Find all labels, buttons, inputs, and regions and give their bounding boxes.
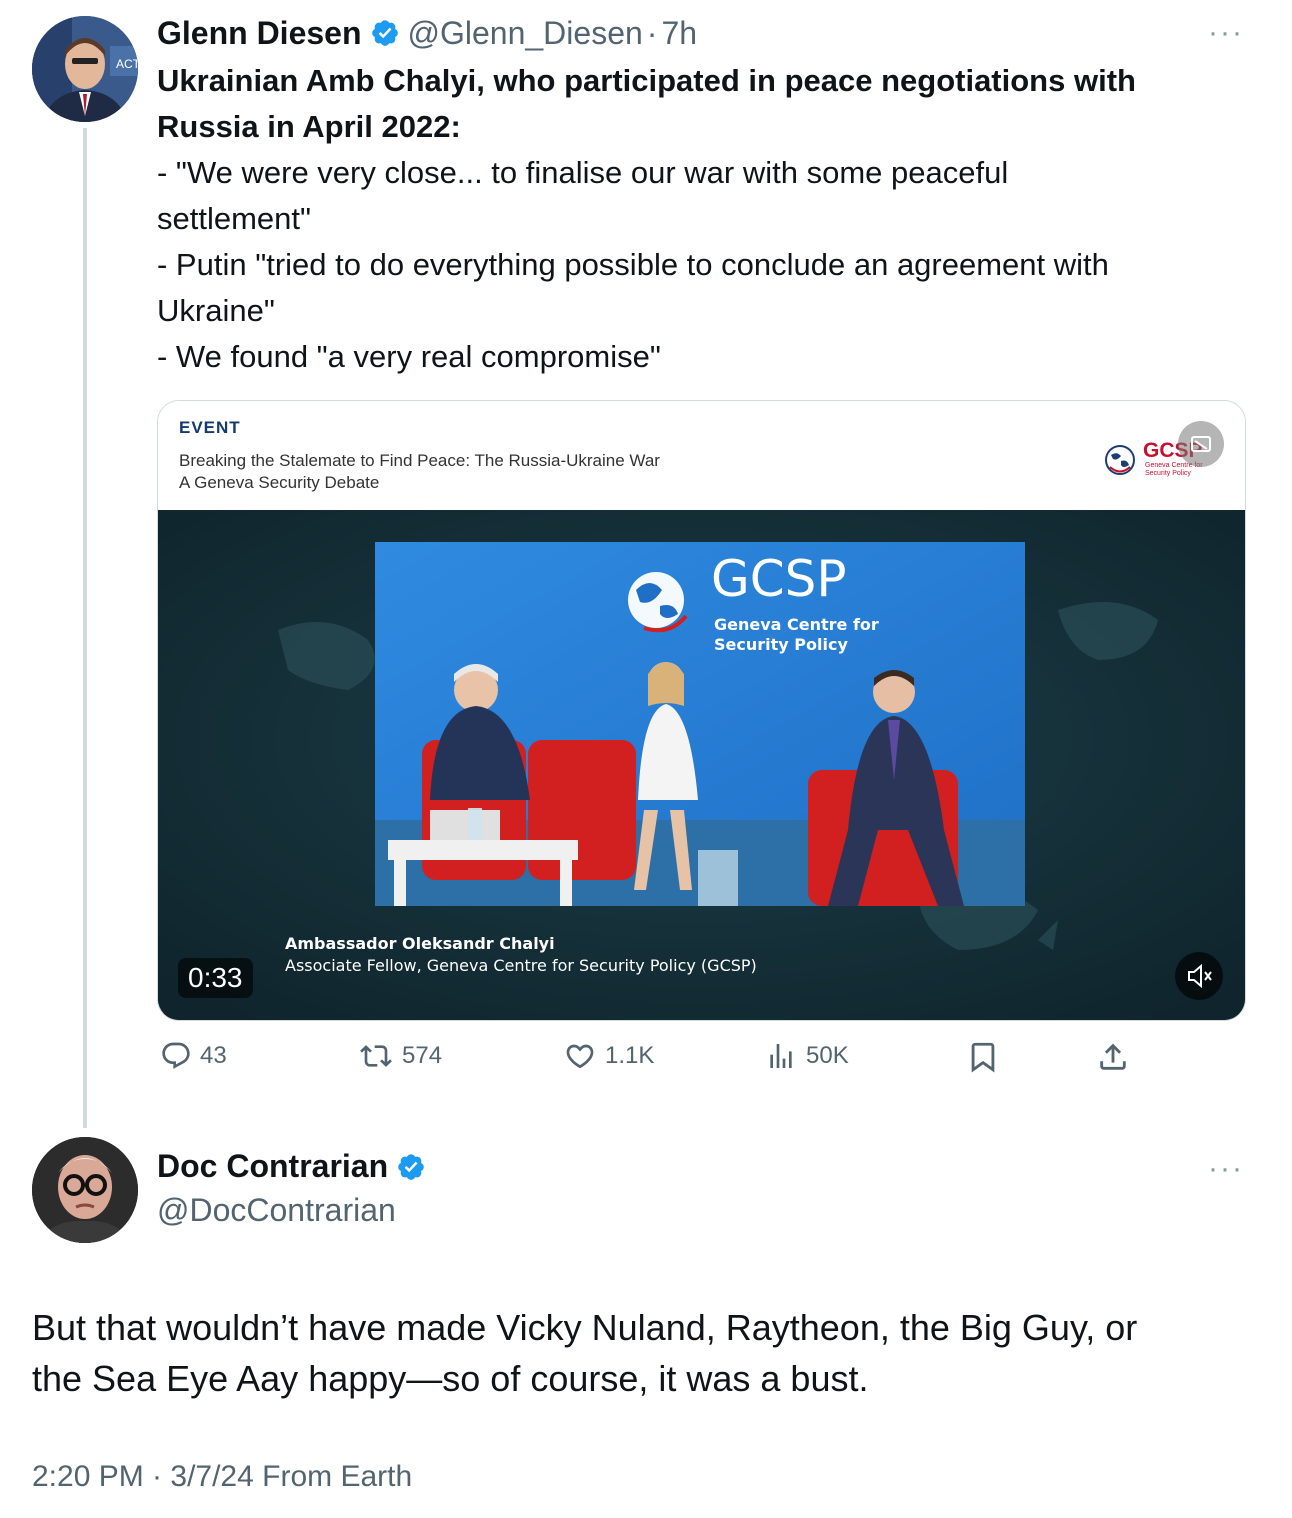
video-duration: 0:33 [178,958,253,998]
tweet-headline-line1: Ukrainian Amb Chalyi, who participated i… [157,63,1136,98]
author-avatar[interactable]: ACTU [32,16,138,122]
tweet-body-line: - We found "a very real compromise" [157,339,661,374]
like-button[interactable]: 1.1K [563,1040,654,1072]
verified-badge-icon [371,20,398,46]
repost-button[interactable]: 574 [358,1040,442,1072]
share-icon [1100,1043,1126,1070]
repost-icon [360,1045,392,1067]
author-avatar[interactable] [32,1137,138,1243]
avatar-photo [32,1137,138,1243]
bookmark-icon [971,1042,995,1073]
more-options-icon[interactable]: ··· [1208,1152,1244,1186]
svg-text:ACTU: ACTU [116,57,138,71]
reply-icon [162,1042,190,1069]
reply-count: 43 [200,1042,227,1069]
author-handle[interactable]: @Glenn_Diesen [408,15,643,52]
close-overlay-button[interactable] [1178,421,1224,467]
event-header: EVENT Breaking the Stalemate to Find Pea… [158,401,1245,510]
analytics-icon [770,1044,792,1068]
banner-subtitle-line1: Geneva Centre for [714,615,879,634]
author-handle[interactable]: @DocContrarian [157,1192,396,1229]
banner-subtitle-line2: Security Policy [714,635,848,654]
view-count: 50K [806,1042,849,1069]
like-count: 1.1K [605,1042,655,1069]
banner-title: GCSP [711,550,847,608]
event-subtitle: A Geneva Security Debate [179,473,380,492]
author-name[interactable]: Doc Contrarian [157,1148,388,1185]
verified-badge-icon [398,1153,424,1180]
mute-button[interactable] [1175,952,1223,1000]
tweet-header: Glenn Diesen @Glenn_Diesen · 7h [157,12,697,54]
video-player[interactable]: GCSP Geneva Centre for Security Policy A… [158,510,1245,1020]
avatar-photo: ACTU [32,16,138,122]
share-button[interactable] [1096,1040,1138,1074]
tweet-body-line: - Putin "tried to do everything possible… [157,247,1109,282]
speaker-muted-icon [1188,963,1212,989]
reply-button[interactable]: 43 [160,1040,227,1072]
event-label: EVENT [179,418,241,437]
tweet-meta[interactable]: 2:20 PM · 3/7/24 From Earth [32,1460,412,1494]
reply-text-line: the Sea Eye Aay happy—so of course, it w… [32,1358,869,1399]
speaker-role: Associate Fellow, Geneva Centre for Secu… [285,956,757,975]
more-options-icon[interactable]: ··· [1208,16,1244,50]
reply-text-line: But that wouldn’t have made Vicky Nuland… [32,1307,1138,1348]
bookmark-button[interactable] [966,1040,1008,1074]
video-card[interactable]: EVENT Breaking the Stalemate to Find Pea… [157,400,1246,1021]
repost-count: 574 [402,1042,443,1069]
tweet-text: Ukrainian Amb Chalyi, who participated i… [157,58,1257,380]
captions-icon [1191,436,1211,452]
views-button[interactable]: 50K [764,1040,849,1072]
tweet-headline-line2: Russia in April 2022: [157,109,461,144]
reply-header: Doc Contrarian [157,1148,426,1185]
reply-text: But that wouldn’t have made Vicky Nuland… [32,1302,1272,1404]
author-name[interactable]: Glenn Diesen [157,15,362,52]
thread-line [83,128,87,1128]
tweet-body-line: Ukraine" [157,293,275,328]
speaker-name: Ambassador Oleksandr Chalyi [285,934,555,953]
timestamp[interactable]: 7h [661,15,697,52]
heart-icon [566,1044,594,1069]
globe-logo-icon [1105,445,1135,475]
event-title: Breaking the Stalemate to Find Peace: Th… [179,451,660,470]
separator-dot: · [646,14,658,51]
tweet-body-line: settlement" [157,201,312,236]
tweet-body-line: - "We were very close... to finalise our… [157,155,1009,190]
